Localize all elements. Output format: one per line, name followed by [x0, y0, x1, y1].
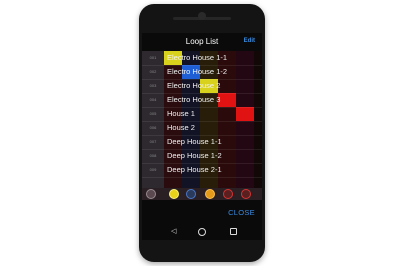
loop-name: Electro House 1-2 — [167, 67, 228, 76]
app-screen: Loop List Edit 001 Electro House 1-1 002… — [142, 33, 262, 224]
record-icon[interactable] — [223, 189, 233, 199]
loop-number: 009 — [149, 167, 157, 172]
loop-number: 007 — [149, 139, 157, 144]
loop-list-item[interactable]: 001 Electro House 1-1 — [142, 51, 262, 65]
loop-list-item[interactable]: 008 Deep House 1-2 — [142, 149, 262, 163]
recent-apps-icon[interactable] — [230, 228, 237, 235]
loop-name: Deep House 1-1 — [167, 137, 222, 146]
loop-number: 004 — [149, 97, 157, 102]
close-button[interactable]: CLOSE — [228, 208, 255, 217]
loop-number: 006 — [149, 125, 157, 130]
loop-number: 003 — [149, 83, 157, 88]
front-camera — [198, 12, 206, 20]
loop-name: Deep House 1-2 — [167, 151, 222, 160]
playback-controls — [142, 188, 262, 200]
loop-number: 001 — [149, 55, 157, 60]
loop-name: Electro House 2 — [167, 81, 221, 90]
sync-icon[interactable] — [186, 189, 196, 199]
dialog-header: Loop List Edit — [142, 33, 262, 51]
phone-frame: Loop List Edit 001 Electro House 1-1 002… — [139, 4, 265, 262]
edit-button[interactable]: Edit — [244, 38, 255, 44]
back-icon[interactable]: ◁ — [171, 227, 176, 237]
mic-icon[interactable] — [205, 189, 215, 199]
loop-list-item[interactable]: 005 House 1 — [142, 107, 262, 121]
loop-name: House 2 — [167, 123, 195, 132]
play-icon[interactable] — [169, 189, 179, 199]
loop-list-item[interactable]: 006 House 2 — [142, 121, 262, 135]
pause-icon[interactable] — [146, 189, 156, 199]
loop-name: Electro House 3 — [167, 95, 221, 104]
loop-list-item[interactable]: 009 Deep House 2-1 — [142, 163, 262, 177]
dialog-footer: CLOSE — [142, 200, 262, 224]
loop-number: 008 — [149, 153, 157, 158]
loop-number: 005 — [149, 111, 157, 116]
system-nav-bar: ◁ — [142, 224, 262, 240]
loop-list-item[interactable]: 003 Electro House 2 — [142, 79, 262, 93]
loop-number: 002 — [149, 69, 157, 74]
loop-name: Electro House 1-1 — [167, 53, 228, 62]
loop-name: House 1 — [167, 109, 195, 118]
loop-list-item[interactable]: 007 Deep House 1-1 — [142, 135, 262, 149]
loop-list-item[interactable]: 004 Electro House 3 — [142, 93, 262, 107]
home-icon[interactable] — [198, 228, 206, 236]
loop-name: Deep House 2-1 — [167, 165, 222, 174]
loop-grid: 001 Electro House 1-1 002 Electro House … — [142, 51, 262, 191]
stop-icon[interactable] — [241, 189, 251, 199]
loop-list-item[interactable]: 002 Electro House 1-2 — [142, 65, 262, 79]
